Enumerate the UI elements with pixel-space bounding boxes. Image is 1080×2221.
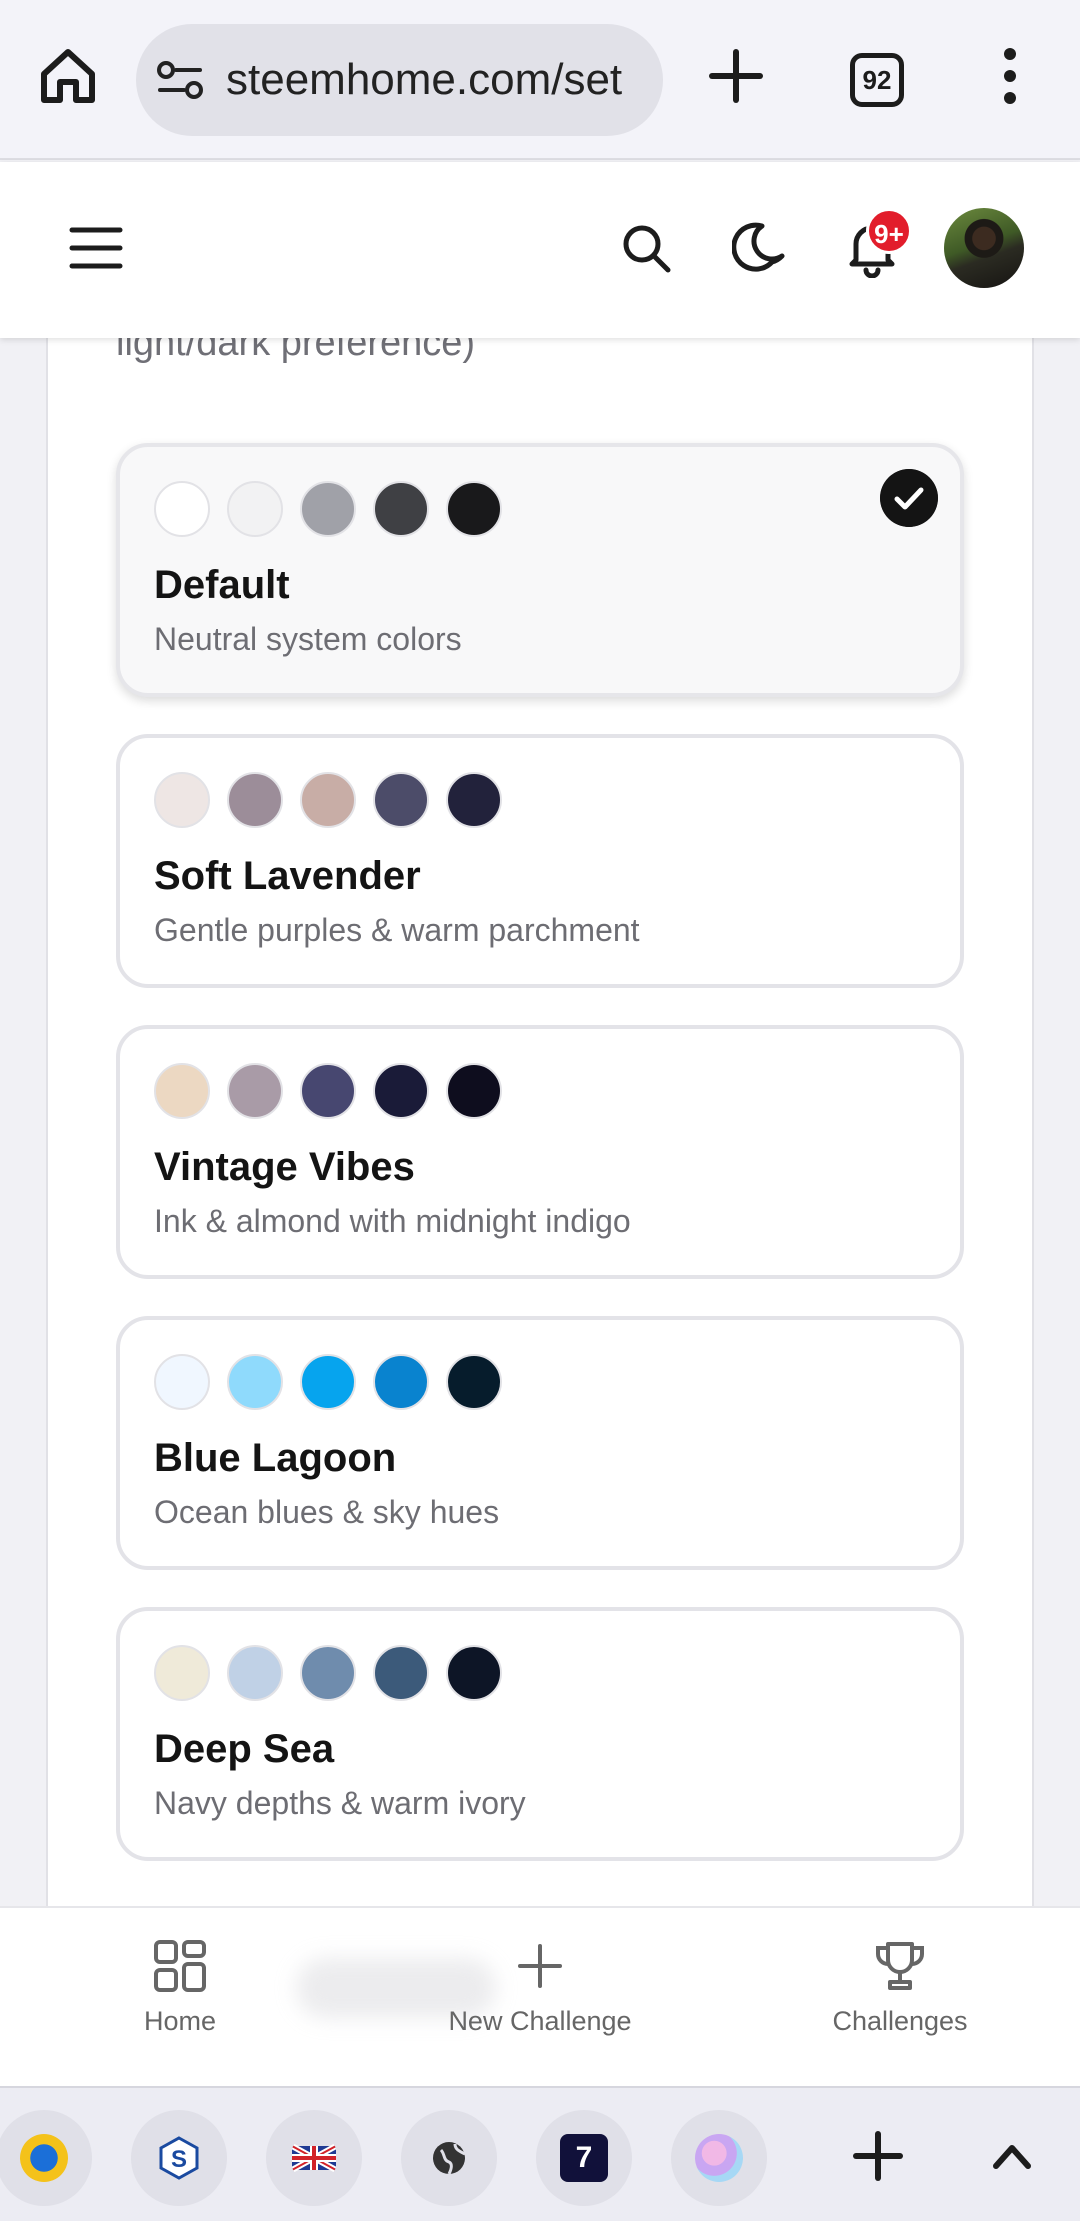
color-swatch [227, 1645, 283, 1701]
seven-app-icon: 7 [560, 2134, 608, 2182]
color-swatches [154, 481, 502, 537]
add-tab-plus-icon[interactable] [850, 2128, 906, 2184]
nav-home-label: Home [143, 2006, 217, 2036]
home-icon[interactable] [36, 44, 100, 108]
grid-icon [154, 1940, 206, 1992]
menu-icon[interactable] [68, 224, 124, 272]
avatar[interactable] [944, 208, 1024, 288]
color-swatch [300, 772, 356, 828]
color-swatch [300, 1354, 356, 1410]
color-swatch [446, 772, 502, 828]
color-swatch [300, 481, 356, 537]
tab-switcher-icon[interactable]: 92 [850, 53, 904, 107]
url-text[interactable]: steemhome.com/set [226, 52, 622, 108]
tab-calendar[interactable]: 7 [536, 2110, 632, 2206]
chevron-up-icon[interactable] [988, 2134, 1036, 2178]
search-icon[interactable] [618, 220, 674, 276]
more-vert-icon[interactable] [990, 44, 1030, 108]
color-swatch [154, 772, 210, 828]
bottom-navigation: Home New Challenge Challenges [0, 1906, 1080, 2086]
steemit-s-icon: S [159, 2136, 199, 2180]
moon-icon[interactable] [732, 218, 788, 278]
globe-icon [433, 2142, 466, 2175]
plus-icon [518, 1944, 562, 1988]
color-swatch [154, 1354, 210, 1410]
browser-tab-strip: S 7 [0, 2086, 1080, 2221]
theme-card-vintage-vibes[interactable]: Vintage Vibes Ink & almond with midnight… [116, 1025, 964, 1279]
check-icon [880, 469, 938, 527]
color-swatch [227, 1063, 283, 1119]
color-swatch [446, 481, 502, 537]
theme-name: Blue Lagoon [154, 1436, 397, 1480]
settings-content: light/dark preference) Default Neutral s… [0, 338, 1080, 1906]
color-swatch [154, 1645, 210, 1701]
theme-description: Neutral system colors [154, 621, 462, 657]
color-swatch [227, 481, 283, 537]
color-swatch [227, 772, 283, 828]
steem-logo-icon [20, 2134, 68, 2182]
app-header: 9+ [0, 162, 1080, 338]
color-swatches [154, 1645, 502, 1701]
tab-steemit[interactable]: S [131, 2110, 227, 2206]
color-swatch [446, 1063, 502, 1119]
theme-card-soft-lavender[interactable]: Soft Lavender Gentle purples & warm parc… [116, 734, 964, 988]
color-swatch [373, 772, 429, 828]
color-swatches [154, 1063, 502, 1119]
nav-new-challenge-label: New Challenge [448, 2006, 632, 2036]
nav-home[interactable]: Home [70, 1938, 290, 2068]
theme-card-default[interactable]: Default Neutral system colors [116, 443, 964, 697]
theme-description: Ocean blues & sky hues [154, 1494, 500, 1530]
nav-challenges[interactable]: Challenges [790, 1938, 1010, 2068]
anime-avatar-icon [695, 2134, 743, 2182]
color-swatch [300, 1645, 356, 1701]
theme-intro-text: light/dark preference) [116, 338, 476, 364]
theme-name: Soft Lavender [154, 854, 421, 898]
nav-challenges-label: Challenges [832, 2006, 968, 2036]
color-swatch [227, 1354, 283, 1410]
color-swatch [373, 481, 429, 537]
color-swatch [373, 1063, 429, 1119]
tab-anime[interactable] [671, 2110, 767, 2206]
uk-flag-icon [290, 2143, 338, 2173]
color-swatch [446, 1354, 502, 1410]
theme-name: Vintage Vibes [154, 1145, 415, 1189]
theme-card-deep-sea[interactable]: Deep Sea Navy depths & warm ivory [116, 1607, 964, 1861]
color-swatch [373, 1645, 429, 1701]
theme-name: Deep Sea [154, 1727, 335, 1771]
tab-steem[interactable] [0, 2110, 92, 2206]
new-tab-plus-icon[interactable] [706, 46, 766, 106]
tab-uk[interactable] [266, 2110, 362, 2206]
theme-name: Default [154, 563, 290, 607]
color-swatch [154, 1063, 210, 1119]
tab-globe[interactable] [401, 2110, 497, 2206]
color-swatch [446, 1645, 502, 1701]
color-swatch [373, 1354, 429, 1410]
notification-badge: 9+ [866, 208, 912, 254]
trophy-icon [876, 1942, 924, 1990]
theme-description: Ink & almond with midnight indigo [154, 1203, 631, 1239]
color-swatch [154, 481, 210, 537]
color-swatches [154, 1354, 502, 1410]
theme-card-blue-lagoon[interactable]: Blue Lagoon Ocean blues & sky hues [116, 1316, 964, 1570]
site-settings-icon[interactable] [156, 58, 204, 102]
nav-new-challenge[interactable]: New Challenge [430, 1938, 650, 2068]
address-bar[interactable]: steemhome.com/set [136, 24, 663, 136]
color-swatches [154, 772, 502, 828]
color-swatch [300, 1063, 356, 1119]
theme-settings-panel: light/dark preference) Default Neutral s… [46, 338, 1034, 1906]
svg-text:S: S [171, 2146, 187, 2173]
theme-description: Navy depths & warm ivory [154, 1785, 526, 1821]
browser-toolbar: steemhome.com/set 92 [0, 0, 1080, 160]
theme-description: Gentle purples & warm parchment [154, 912, 640, 948]
